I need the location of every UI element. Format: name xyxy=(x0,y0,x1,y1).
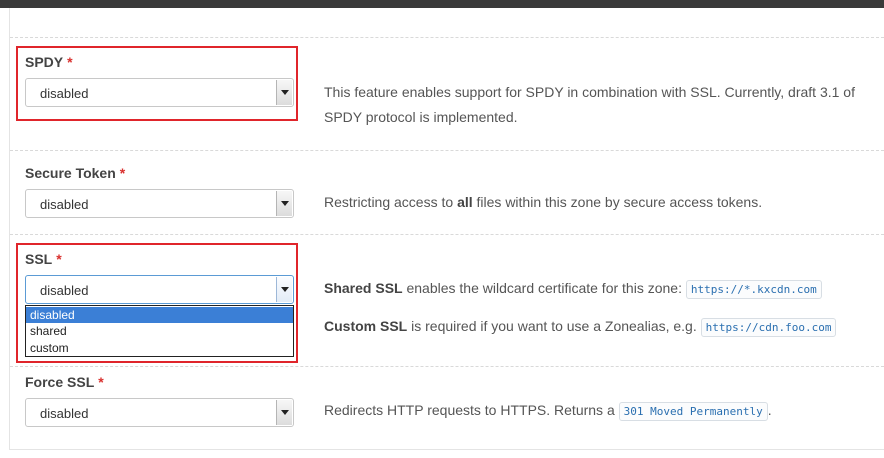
separator xyxy=(10,150,884,151)
chevron-down-icon[interactable] xyxy=(276,400,292,425)
separator xyxy=(10,366,884,367)
force-ssl-select[interactable]: disabled xyxy=(25,398,294,427)
redirect-status-code: 301 Moved Permanently xyxy=(618,402,768,421)
spdy-description: This feature enables support for SPDY in… xyxy=(324,84,855,125)
highlight-box-ssl xyxy=(16,243,298,363)
chevron-down-icon[interactable] xyxy=(276,191,292,216)
secure-token-label: Secure Token * xyxy=(25,165,126,181)
secure-token-select[interactable]: disabled xyxy=(25,189,294,218)
secure-token-description: Restricting access to all files within t… xyxy=(324,194,763,210)
ssl-custom-description: Custom SSL is required if you want to us… xyxy=(324,314,837,340)
highlight-box-spdy xyxy=(16,46,298,121)
required-mark: * xyxy=(98,374,104,390)
required-mark: * xyxy=(119,165,126,181)
secure-token-select-value: disabled xyxy=(40,197,89,212)
separator xyxy=(10,234,884,235)
force-ssl-description: Redirects HTTP requests to HTTPS. Return… xyxy=(324,398,772,424)
shared-ssl-url: https://*.kxcdn.com xyxy=(685,280,822,299)
custom-ssl-url: https://cdn.foo.com xyxy=(700,318,837,337)
ssl-shared-description: Shared SSL enables the wildcard certific… xyxy=(324,276,822,302)
separator xyxy=(10,37,884,38)
force-ssl-label: Force SSL * xyxy=(25,374,104,390)
force-ssl-select-value: disabled xyxy=(40,406,89,421)
top-bar xyxy=(0,0,884,8)
